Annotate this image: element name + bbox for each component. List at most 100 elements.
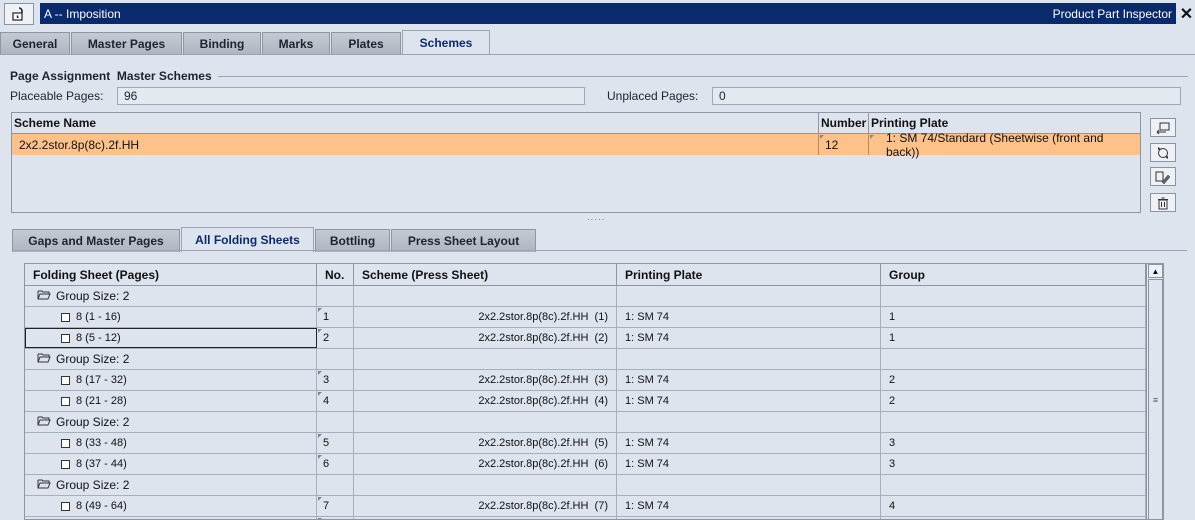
group-empty-cell <box>354 349 617 369</box>
table-row[interactable]: 8 (17 - 32) 3 2x2.2stor.8p(8c).2f.HH (3) 1:… <box>25 370 1146 391</box>
cell-plate: 1: SM 74 <box>617 391 881 411</box>
cell-text-plate: 1: SM 74 <box>625 395 670 407</box>
scroll-up-icon[interactable]: ▲ <box>1148 264 1163 278</box>
tab-binding[interactable]: Binding <box>183 32 261 55</box>
cell-text-plate: 1: SM 74 <box>625 374 670 386</box>
tab-schemes[interactable]: Schemes <box>402 30 490 55</box>
table-row[interactable]: 8 (33 - 48) 5 2x2.2stor.8p(8c).2f.HH (5) 1:… <box>25 433 1146 454</box>
edit-button[interactable] <box>1150 167 1176 186</box>
scheme-name-cell: 2x2.2stor.8p(8c).2f.HH <box>12 134 819 155</box>
cell-scheme: 2x2.2stor.8p(8c).2f.HH (5) <box>354 433 617 453</box>
cell-plate: 1: SM 74 <box>617 454 881 474</box>
cell-text-scheme: 2x2.2stor.8p(8c).2f.HH (1) <box>478 311 608 323</box>
group-row[interactable]: Group Size: 2 <box>25 349 1146 370</box>
cell-group: 2 <box>881 391 1146 411</box>
tab-press-sheet-layout[interactable]: Press Sheet Layout <box>391 229 536 252</box>
cell-text-scheme: 2x2.2stor.8p(8c).2f.HH (4) <box>478 395 608 407</box>
group-empty-cell <box>317 349 354 369</box>
row-checkbox[interactable] <box>61 501 70 511</box>
table-row[interactable]: 8 (1 - 16) 1 2x2.2stor.8p(8c).2f.HH (1) 1: … <box>25 307 1146 328</box>
main-tab-bar: General Master Pages Binding Marks Plate… <box>0 30 491 55</box>
cell-text-group: 2 <box>889 374 896 386</box>
row-checkbox[interactable] <box>61 396 70 406</box>
cell-text-plate: 1: SM 74 <box>625 458 670 470</box>
row-checkbox[interactable] <box>61 459 70 469</box>
cell-pages: 8 (33 - 48) <box>25 433 317 453</box>
header-printing-plate[interactable]: Printing Plate <box>617 264 881 286</box>
tab-general[interactable]: General <box>0 32 70 55</box>
cell-text-no: 4 <box>323 395 330 407</box>
group-label: Group Size: 2 <box>56 415 130 429</box>
swap-button[interactable] <box>1150 118 1176 137</box>
cell-no: 7 <box>317 496 354 516</box>
row-checkbox[interactable] <box>61 333 70 343</box>
group-empty-cell <box>881 349 1146 369</box>
splitter-grip[interactable]: ····· <box>587 215 605 224</box>
header-scheme-name[interactable]: Scheme Name <box>12 113 819 134</box>
row-checkbox[interactable] <box>61 312 70 322</box>
placeable-pages-field: 96 <box>117 87 585 105</box>
cell-scheme: 2x2.2stor.8p(8c).2f.HH (7) <box>354 496 617 516</box>
cell-scheme: 2x2.2stor.8p(8c).2f.HH (4) <box>354 391 617 411</box>
group-label-cell: Group Size: 2 <box>25 475 317 495</box>
cell-no: 1 <box>317 307 354 327</box>
cell-text-pages: 8 (21 - 28) <box>76 395 127 407</box>
cell-group: 3 <box>881 454 1146 474</box>
cell-text-no: 6 <box>323 458 330 470</box>
scheme-row[interactable]: 2x2.2stor.8p(8c).2f.HH 12 1: SM 74/Stand… <box>12 131 1140 159</box>
cell-pages: 8 (5 - 12) <box>25 328 317 348</box>
folder-open-icon[interactable] <box>37 352 51 366</box>
folder-open-icon[interactable] <box>37 478 51 492</box>
row-checkbox[interactable] <box>61 438 70 448</box>
tab-all-folding-sheets[interactable]: All Folding Sheets <box>181 227 314 252</box>
cell-text-group: 1 <box>889 311 896 323</box>
delete-button[interactable] <box>1150 193 1176 212</box>
cell-text-no: 3 <box>323 374 330 386</box>
cell-text-pages: 8 (49 - 64) <box>76 500 127 512</box>
tab-bottling[interactable]: Bottling <box>315 229 390 252</box>
header-group[interactable]: Group <box>881 264 1146 286</box>
swap-icon <box>1156 122 1170 134</box>
table-row[interactable]: 8 (5 - 12) 2 2x2.2stor.8p(8c).2f.HH (2) 1: … <box>25 328 1146 349</box>
table-row[interactable]: 8 (49 - 64) 7 2x2.2stor.8p(8c).2f.HH (7) 1:… <box>25 496 1146 517</box>
group-empty-cell <box>617 286 881 306</box>
group-label: Group Size: 2 <box>56 289 130 303</box>
cell-pages: 8 (37 - 44) <box>25 454 317 474</box>
cell-text-plate: 1: SM 74 <box>625 311 670 323</box>
group-empty-cell <box>317 286 354 306</box>
tab-gaps-and-master-pages[interactable]: Gaps and Master Pages <box>12 229 180 252</box>
folder-open-icon[interactable] <box>37 289 51 303</box>
inspector-label: Product Part Inspector <box>1052 6 1172 21</box>
tab-master-pages[interactable]: Master Pages <box>71 32 182 55</box>
sub-tab-bar: Gaps and Master Pages All Folding Sheets… <box>12 227 537 252</box>
sub-tab-divider <box>12 250 1187 251</box>
cell-text-plate: 1: SM 74 <box>625 437 670 449</box>
scroll-thumb[interactable]: ≡ <box>1148 279 1163 519</box>
scheme-number-cell: 12 <box>819 134 869 155</box>
tab-plates[interactable]: Plates <box>331 32 401 55</box>
header-number[interactable]: Number <box>819 113 869 134</box>
cell-pages: 8 (17 - 32) <box>25 370 317 390</box>
refresh-button[interactable] <box>1150 143 1176 162</box>
group-row[interactable]: Group Size: 2 <box>25 475 1146 496</box>
cell-plate: 1: SM 74 <box>617 307 881 327</box>
group-row[interactable]: Group Size: 2 <box>25 286 1146 307</box>
table-row[interactable]: 8 (21 - 28) 4 2x2.2stor.8p(8c).2f.HH (4) 1:… <box>25 391 1146 412</box>
header-folding-sheet[interactable]: Folding Sheet (Pages) <box>25 264 317 286</box>
close-icon[interactable]: ✕ <box>1178 3 1195 24</box>
header-no[interactable]: No. <box>317 264 354 286</box>
trash-icon <box>1158 197 1168 209</box>
row-checkbox[interactable] <box>61 375 70 385</box>
folder-open-icon[interactable] <box>37 415 51 429</box>
cell-group: 1 <box>881 307 1146 327</box>
vertical-scrollbar[interactable]: ▲ ≡ <box>1146 264 1163 519</box>
table-row[interactable]: 8 (37 - 44) 6 2x2.2stor.8p(8c).2f.HH (6) 1:… <box>25 454 1146 475</box>
group-empty-cell <box>617 475 881 495</box>
tab-marks[interactable]: Marks <box>262 32 330 55</box>
cell-group: 2 <box>881 370 1146 390</box>
group-row[interactable]: Group Size: 2 <box>25 412 1146 433</box>
cell-text-group: 2 <box>889 395 896 407</box>
unplaced-pages-field: 0 <box>712 87 1181 105</box>
header-scheme[interactable]: Scheme (Press Sheet) <box>354 264 617 286</box>
lock-button[interactable] <box>4 3 34 25</box>
